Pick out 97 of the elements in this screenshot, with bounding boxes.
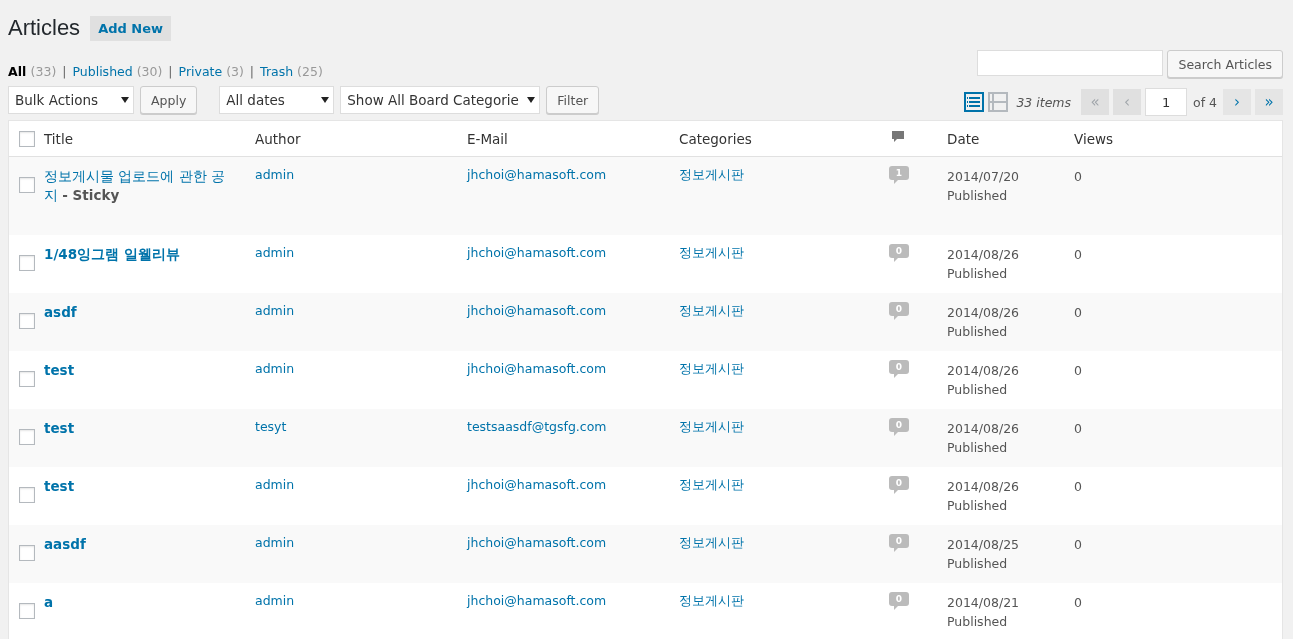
item-count: 33 items [1016, 94, 1071, 110]
author-link[interactable]: admin [255, 245, 295, 260]
email-link[interactable]: testsaasdf@tgsfg.com [467, 419, 607, 434]
author-link[interactable]: admin [255, 535, 295, 550]
column-header[interactable]: E-Mail [467, 130, 508, 147]
category-link[interactable]: 정보게시판 [679, 477, 744, 492]
post-date: 2014/08/26 [947, 304, 1021, 322]
view-count: 0 [1074, 169, 1082, 184]
row-checkbox[interactable] [19, 313, 35, 329]
post-status: Published [947, 439, 1009, 457]
row-checkbox[interactable] [19, 177, 35, 193]
column-header[interactable]: Categories [679, 130, 752, 147]
article-title-link[interactable]: 정보게시물 업로드에 관한 공지 - Sticky [44, 167, 237, 205]
category-link[interactable]: 정보게시판 [679, 593, 744, 608]
email-link[interactable]: jhchoi@hamasoft.com [467, 535, 607, 550]
view-count: 0 [1074, 305, 1082, 320]
row-checkbox[interactable] [19, 429, 35, 445]
status-filter-link[interactable]: Private (3) [178, 64, 244, 79]
category-link[interactable]: 정보게시판 [679, 245, 744, 260]
view-count: 0 [1074, 595, 1082, 610]
article-title-link[interactable]: test [44, 477, 237, 496]
status-filter-link[interactable]: Trash (25) [260, 64, 323, 79]
search-button[interactable]: Search Articles [1167, 50, 1283, 78]
category-link[interactable]: 정보게시판 [679, 303, 744, 318]
status-filter-link[interactable]: All (33) [8, 64, 57, 79]
row-checkbox[interactable] [19, 545, 35, 561]
article-title-link[interactable]: asdf [44, 303, 237, 322]
page-title: Articles [8, 15, 81, 41]
post-date: 2014/08/26 [947, 420, 1021, 438]
post-status: Published [947, 613, 1009, 631]
apply-button[interactable]: Apply [140, 86, 198, 114]
email-link[interactable]: jhchoi@hamasoft.com [467, 593, 607, 608]
article-title-link[interactable]: test [44, 361, 237, 380]
email-link[interactable]: jhchoi@hamasoft.com [467, 167, 607, 182]
post-date: 2014/08/26 [947, 246, 1021, 264]
caret-icon [121, 97, 129, 103]
article-title-link[interactable]: aasdf [44, 535, 237, 554]
post-date: 2014/08/25 [947, 536, 1021, 554]
list-view-icon[interactable] [964, 92, 985, 112]
separator-text: | [168, 64, 173, 79]
category-dropdown[interactable]: Show All Board Categorie [340, 86, 541, 114]
post-date: 2014/08/26 [947, 478, 1021, 496]
select-all-checkbox[interactable] [19, 130, 35, 147]
email-link[interactable]: jhchoi@hamasoft.com [467, 245, 607, 260]
author-link[interactable]: tesyt [255, 419, 287, 434]
row-checkbox[interactable] [19, 487, 35, 503]
filter-button[interactable]: Filter [546, 86, 600, 114]
author-link[interactable]: admin [255, 167, 295, 182]
post-status: Published [947, 187, 1009, 205]
view-count: 0 [1074, 479, 1082, 494]
post-status: Published [947, 265, 1009, 283]
separator-text: | [62, 64, 67, 79]
view-count: 0 [1074, 537, 1082, 552]
row-checkbox[interactable] [19, 255, 35, 271]
page-number-field[interactable]: 1 [1145, 88, 1187, 116]
email-link[interactable]: jhchoi@hamasoft.com [467, 303, 607, 318]
status-filter-link[interactable]: Published (30) [72, 64, 163, 79]
post-status: Published [947, 381, 1009, 399]
article-title-link[interactable]: 1/48잉그램 일웰리뷰 [44, 245, 237, 264]
page-nav-button[interactable]: › [1223, 89, 1251, 115]
author-link[interactable]: admin [255, 361, 295, 376]
article-title-link[interactable]: test [44, 419, 237, 438]
view-count: 0 [1074, 247, 1082, 262]
author-link[interactable]: admin [255, 303, 295, 318]
column-header[interactable]: Title [44, 130, 73, 147]
row-checkbox[interactable] [19, 603, 35, 619]
post-date: 2014/08/21 [947, 594, 1021, 612]
page-nav-button[interactable]: » [1255, 89, 1283, 115]
row-checkbox[interactable] [19, 371, 35, 387]
category-link[interactable]: 정보게시판 [679, 535, 744, 550]
view-count: 0 [1074, 363, 1082, 378]
bulk-actions-dropdown[interactable]: Bulk Actions [8, 86, 134, 114]
post-status: Published [947, 555, 1009, 573]
caret-icon [321, 97, 330, 103]
post-status: Published [947, 323, 1009, 341]
article-title-link[interactable]: a [44, 593, 237, 612]
column-header[interactable]: Date [947, 130, 980, 147]
post-date: 2014/08/26 [947, 362, 1021, 380]
category-link[interactable]: 정보게시판 [679, 167, 744, 182]
date-dropdown[interactable]: All dates [219, 86, 335, 114]
author-link[interactable]: admin [255, 477, 295, 492]
column-header[interactable]: Author [255, 130, 301, 147]
category-link[interactable]: 정보게시판 [679, 419, 744, 434]
comment-icon[interactable] [891, 130, 905, 144]
separator-text: | [249, 64, 255, 79]
caret-icon [527, 97, 536, 103]
page-total: of 4 [1193, 94, 1217, 110]
post-date: 2014/07/20 [947, 168, 1021, 186]
search-field[interactable] [977, 50, 1164, 76]
author-link[interactable]: admin [255, 593, 295, 608]
column-header[interactable]: Views [1074, 130, 1114, 147]
view-count: 0 [1074, 421, 1082, 436]
category-link[interactable]: 정보게시판 [679, 361, 744, 376]
email-link[interactable]: jhchoi@hamasoft.com [467, 477, 607, 492]
email-link[interactable]: jhchoi@hamasoft.com [467, 361, 607, 376]
post-status: Published [947, 497, 1009, 515]
add-new-button[interactable]: Add New [90, 15, 172, 41]
